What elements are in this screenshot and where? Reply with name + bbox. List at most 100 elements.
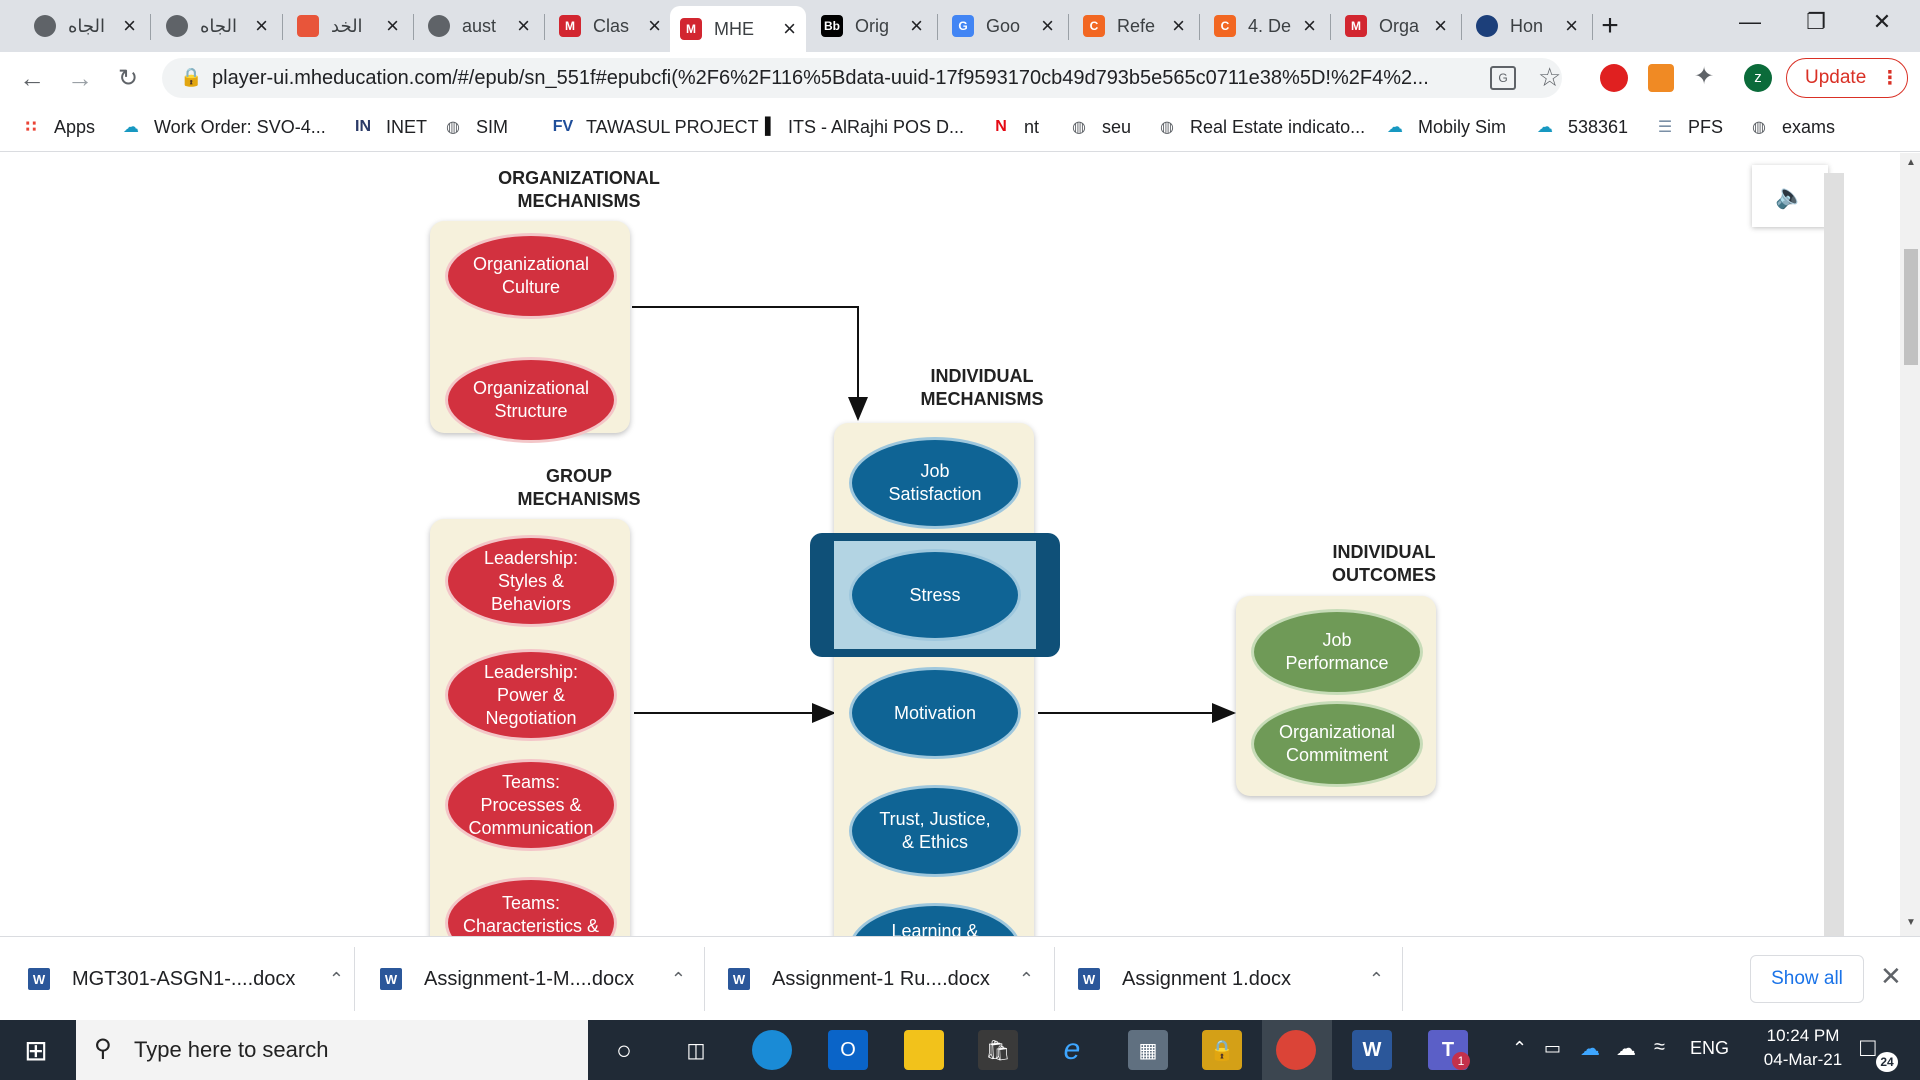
update-button[interactable]: Update ⋮ (1786, 58, 1908, 98)
close-downloads-icon[interactable]: ✕ (1880, 961, 1902, 992)
forward-button[interactable]: → (62, 60, 98, 96)
window-scrollbar[interactable]: ▲ ▼ (1900, 153, 1920, 936)
bookmark-item[interactable]: ☁ Work Order: SVO-4... (120, 116, 326, 138)
close-tab-icon[interactable]: × (648, 13, 661, 39)
chrome-icon[interactable] (1276, 1030, 1316, 1070)
page-scroll-track[interactable] (1824, 173, 1844, 936)
oval-job-performance: Job Performance (1251, 609, 1423, 695)
wifi-icon[interactable]: ≈ (1654, 1036, 1665, 1059)
globe-icon: ◍ (1160, 119, 1174, 136)
profile-avatar[interactable]: z (1744, 64, 1772, 92)
tray-chevron-icon[interactable]: ⌃ (1512, 1038, 1527, 1059)
browser-tab[interactable]: M Clas × (549, 6, 671, 46)
tab-separator (282, 14, 283, 40)
bookmark-item[interactable]: ☁ Mobily Sim (1384, 116, 1506, 138)
close-tab-icon[interactable]: × (1172, 13, 1185, 39)
browser-tab[interactable]: M Orga × (1335, 6, 1457, 46)
extensions-puzzle-icon[interactable]: ✦ (1694, 62, 1714, 91)
oval-org-structure: Organizational Structure (445, 357, 617, 443)
notification-center-icon[interactable]: □ (1860, 1032, 1876, 1063)
browser-tab[interactable]: Hon × (1466, 6, 1588, 46)
edge-browser-icon[interactable] (752, 1030, 792, 1070)
close-tab-icon[interactable]: × (386, 13, 399, 39)
close-tab-icon[interactable]: × (1041, 13, 1054, 39)
individual-mechanisms-heading: INDIVIDUAL MECHANISMS (832, 365, 1132, 411)
audio-speaker-button[interactable]: 🔈 (1752, 165, 1828, 227)
cortana-icon[interactable]: ○ (604, 1030, 644, 1070)
url-text[interactable]: player-ui.mheducation.com/#/epub/sn_551f… (212, 67, 1522, 90)
onedrive-icon[interactable]: ☁ (1580, 1036, 1600, 1061)
new-tab-button[interactable]: + (1588, 4, 1632, 48)
close-tab-icon[interactable]: × (910, 13, 923, 39)
scrollbar-thumb[interactable] (1904, 249, 1918, 365)
bookmark-label: TAWASUL PROJECT (586, 116, 759, 137)
bookmark-item[interactable]: ◍ exams (1748, 116, 1835, 138)
browser-tab[interactable]: M MHE × (670, 6, 806, 52)
chevron-up-icon[interactable]: ⌃ (1019, 969, 1034, 990)
globe-icon: ◍ (446, 119, 460, 136)
minimize-window-icon[interactable]: — (1720, 0, 1780, 44)
scroll-down-arrow-icon[interactable]: ▼ (1906, 917, 1916, 928)
download-item[interactable]: W MGT301-ASGN1-....docx ⌃ (28, 937, 358, 1021)
calculator-icon[interactable]: ▦ (1128, 1030, 1168, 1070)
clock[interactable]: 10:24 PM 04-Mar-21 (1748, 1026, 1858, 1070)
reload-button[interactable]: ↻ (110, 60, 146, 96)
close-tab-icon[interactable]: × (783, 16, 796, 42)
tab-separator (1199, 14, 1200, 40)
browser-tab[interactable]: الجاه × (24, 6, 146, 46)
back-button[interactable]: ← (14, 60, 50, 96)
battery-icon[interactable]: ▭ (1544, 1038, 1561, 1059)
close-tab-icon[interactable]: × (517, 13, 530, 39)
task-view-icon[interactable]: ◫ (676, 1030, 716, 1070)
bookmark-item[interactable]: ◍ Real Estate indicato... (1156, 116, 1365, 138)
bookmark-item[interactable]: ☁ 538361 (1534, 116, 1628, 138)
restore-window-icon[interactable]: ❐ (1786, 0, 1846, 44)
internet-explorer-icon[interactable]: e (1052, 1030, 1092, 1070)
file-explorer-icon[interactable] (904, 1030, 944, 1070)
browser-tab[interactable]: Bb Orig × (811, 6, 933, 46)
extension-badge-icon[interactable] (1648, 64, 1674, 92)
browser-tab[interactable]: الخد × (287, 6, 409, 46)
vpn-lock-icon[interactable]: 🔒 (1202, 1030, 1242, 1070)
bookmark-item[interactable]: FV TAWASUL PROJECT (552, 116, 759, 138)
store-icon[interactable]: 🛍 (978, 1030, 1018, 1070)
close-window-icon[interactable]: ✕ (1852, 0, 1912, 44)
taskbar-search-box[interactable]: ⚲ Type here to search (76, 1020, 588, 1080)
browser-tab[interactable]: الجاه × (156, 6, 278, 46)
tab-title: 4. De (1248, 15, 1292, 36)
download-item[interactable]: W Assignment 1.docx ⌃ (1078, 937, 1404, 1021)
close-tab-icon[interactable]: × (1434, 13, 1447, 39)
bookmark-item[interactable]: ◍ seu (1068, 116, 1131, 138)
cloud-icon[interactable]: ☁ (1616, 1036, 1636, 1061)
close-tab-icon[interactable]: × (123, 13, 136, 39)
bookmark-item[interactable]: IN INET (352, 116, 427, 138)
show-all-button[interactable]: Show all (1750, 955, 1864, 1003)
bookmark-item[interactable]: ∷ Apps (20, 116, 95, 138)
adblock-extension-icon[interactable] (1600, 64, 1628, 92)
doc-icon: ☰ (1657, 119, 1673, 136)
translate-icon[interactable]: G (1490, 66, 1516, 90)
address-bar[interactable]: 🔒 player-ui.mheducation.com/#/epub/sn_55… (162, 58, 1562, 98)
bookmark-item[interactable]: ▐ ITS - AlRajhi POS D... (754, 116, 964, 138)
windows-start-icon[interactable]: ⊞ (16, 1030, 56, 1070)
browser-tab[interactable]: C 4. De × (1204, 6, 1326, 46)
outlook-icon[interactable]: O (828, 1030, 868, 1070)
close-tab-icon[interactable]: × (1303, 13, 1316, 39)
bookmark-item[interactable]: ☰ PFS (1654, 116, 1723, 138)
word-icon[interactable]: W (1352, 1030, 1392, 1070)
language-indicator[interactable]: ENG (1690, 1038, 1729, 1059)
browser-tab[interactable]: C Refe × (1073, 6, 1195, 46)
bookmark-item[interactable]: ◍ SIM (442, 116, 508, 138)
bookmark-star-icon[interactable]: ☆ (1538, 62, 1561, 93)
close-tab-icon[interactable]: × (1565, 13, 1578, 39)
close-tab-icon[interactable]: × (255, 13, 268, 39)
chevron-up-icon[interactable]: ⌃ (329, 969, 344, 990)
browser-tab[interactable]: aust × (418, 6, 540, 46)
chevron-up-icon[interactable]: ⌃ (671, 969, 686, 990)
chevron-up-icon[interactable]: ⌃ (1369, 969, 1384, 990)
download-item[interactable]: W Assignment-1 Ru....docx ⌃ (728, 937, 1054, 1021)
browser-tab[interactable]: G Goo × (942, 6, 1064, 46)
bookmark-item[interactable]: Nnt (990, 116, 1039, 138)
download-item[interactable]: W Assignment-1-M....docx ⌃ (380, 937, 706, 1021)
scroll-up-arrow-icon[interactable]: ▲ (1906, 157, 1916, 168)
